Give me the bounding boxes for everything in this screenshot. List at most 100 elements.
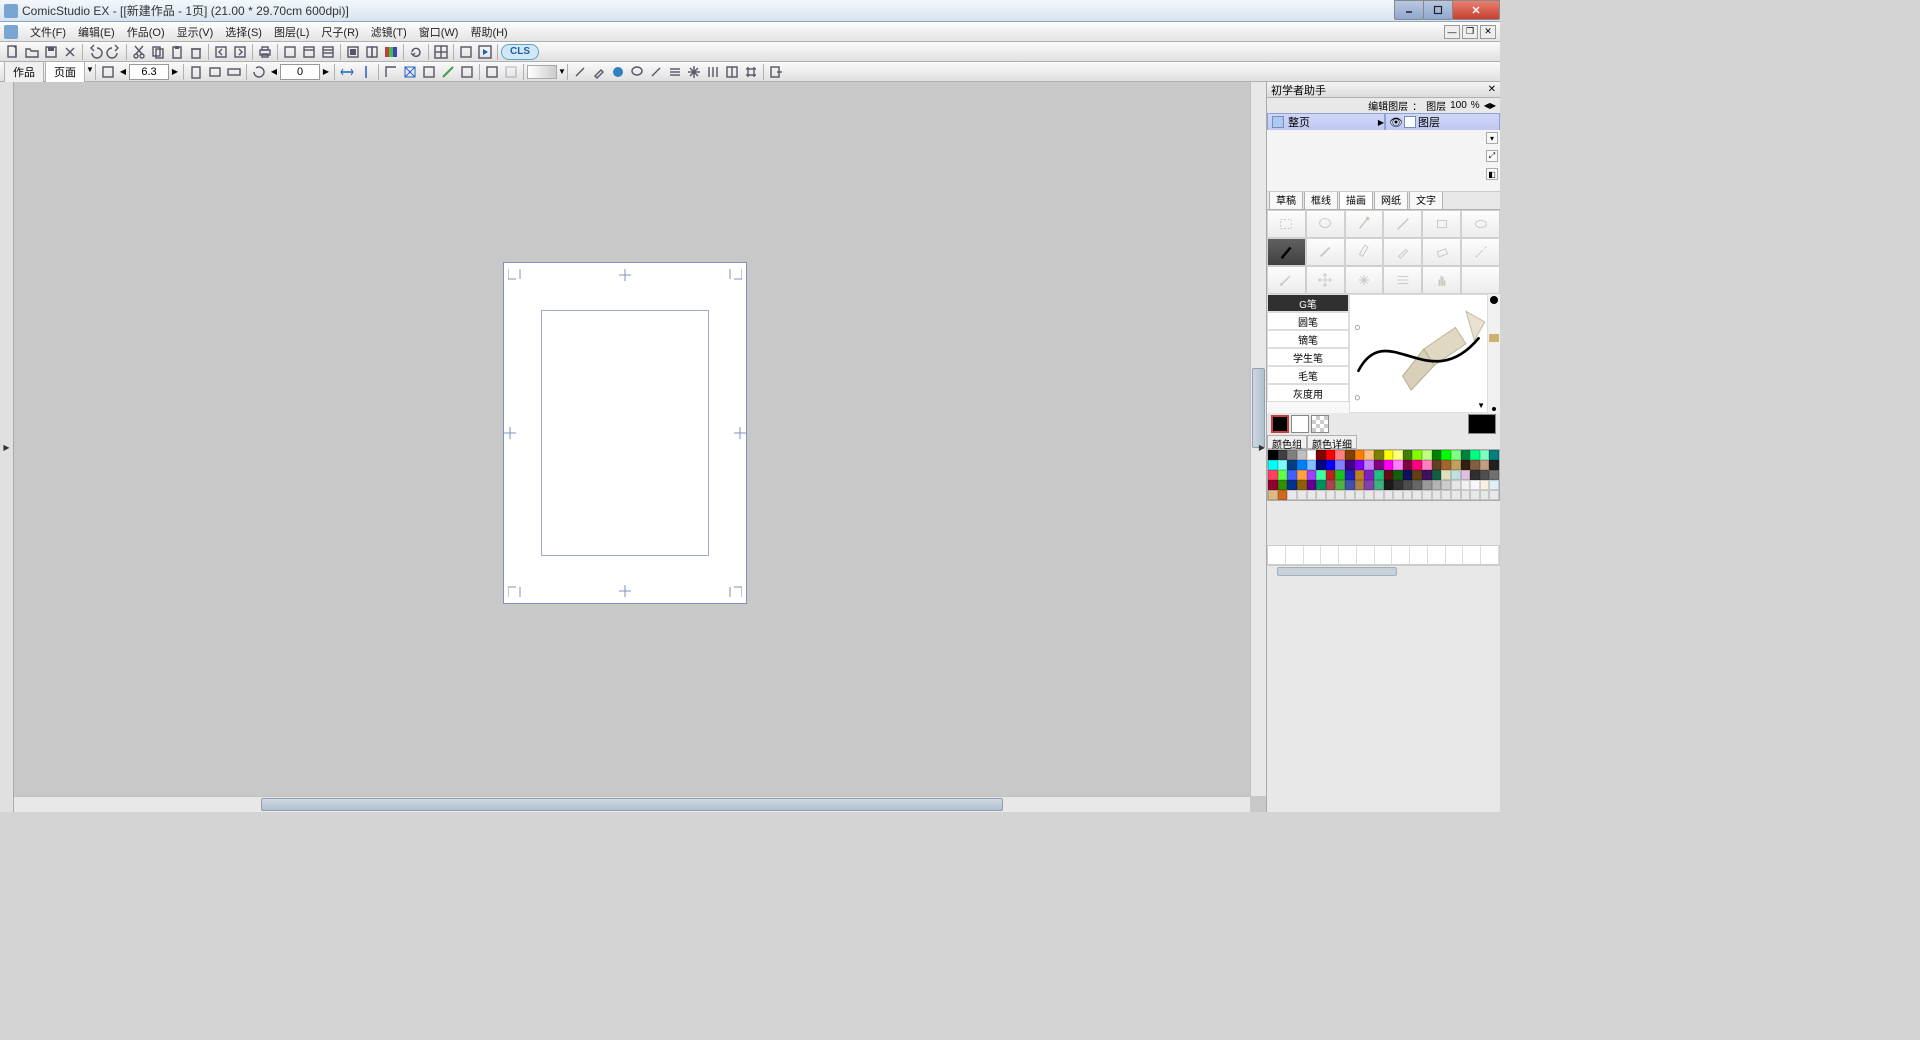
palette-cell[interactable]	[1489, 470, 1499, 480]
palette-cell[interactable]	[1461, 450, 1471, 460]
pen-tool-icon[interactable]	[571, 63, 589, 81]
clear-icon[interactable]	[187, 43, 205, 61]
palette-cell[interactable]	[1316, 470, 1326, 480]
palette-cell[interactable]	[1278, 450, 1288, 460]
beginner-panel-title[interactable]: 初学者助手 ✕	[1267, 82, 1500, 98]
palette-cell[interactable]	[1364, 490, 1374, 500]
palette-cell[interactable]	[1287, 480, 1297, 490]
thumb-cell[interactable]	[1481, 546, 1499, 564]
menu-1[interactable]: 编辑(E)	[72, 22, 121, 42]
palette-cell[interactable]	[1326, 490, 1336, 500]
palette-cell[interactable]	[1412, 460, 1422, 470]
tool-tab-4[interactable]: 文字	[1409, 189, 1443, 209]
thumb-cell[interactable]	[1268, 546, 1286, 564]
zoom-step-down-icon[interactable]: ◀	[118, 64, 128, 80]
button-a-icon[interactable]	[457, 43, 475, 61]
layer-view-icon[interactable]: ◧	[1486, 168, 1498, 180]
palette-cell[interactable]	[1335, 450, 1345, 460]
palette-cell[interactable]	[1316, 480, 1326, 490]
palette-cell[interactable]	[1403, 490, 1413, 500]
palette-cell[interactable]	[1355, 460, 1365, 470]
tool-gradient-icon[interactable]	[1383, 266, 1422, 294]
guide-full-icon[interactable]	[401, 63, 419, 81]
guide-pen-icon[interactable]	[439, 63, 457, 81]
palette-cell[interactable]	[1441, 460, 1451, 470]
palette-cell[interactable]	[1364, 470, 1374, 480]
palette-cell[interactable]	[1403, 460, 1413, 470]
palette-cell[interactable]	[1268, 460, 1278, 470]
transparent-icon[interactable]	[483, 63, 501, 81]
view-2-icon[interactable]	[363, 43, 381, 61]
tool-burst-icon[interactable]	[1345, 266, 1384, 294]
palette-cell[interactable]	[1384, 450, 1394, 460]
palette-cell[interactable]	[1278, 490, 1288, 500]
cut-icon[interactable]	[130, 43, 148, 61]
mdi-close-button[interactable]: ✕	[1480, 25, 1496, 39]
palette-cell[interactable]	[1393, 470, 1403, 480]
menu-0[interactable]: 文件(F)	[24, 22, 72, 42]
thumb-cell[interactable]	[1304, 546, 1322, 564]
palette-cell[interactable]	[1441, 450, 1451, 460]
palette-cell[interactable]	[1345, 470, 1355, 480]
palette-cell[interactable]	[1287, 450, 1297, 460]
guide-2-icon[interactable]	[420, 63, 438, 81]
actual-icon[interactable]	[206, 63, 224, 81]
menu-6[interactable]: 尺子(R)	[315, 22, 364, 42]
palette-cell[interactable]	[1335, 460, 1345, 470]
palette-cell[interactable]	[1451, 470, 1461, 480]
palette-cell[interactable]	[1316, 460, 1326, 470]
palette-cell[interactable]	[1355, 480, 1365, 490]
layers-icon[interactable]	[432, 43, 450, 61]
thumb-cell[interactable]	[1339, 546, 1357, 564]
thumb-cell[interactable]	[1446, 546, 1464, 564]
zoom-input[interactable]	[129, 64, 169, 80]
props-2-icon[interactable]	[300, 43, 318, 61]
close-button[interactable]	[1452, 0, 1500, 20]
page-canvas[interactable]	[503, 262, 747, 604]
pen-1[interactable]: 圆笔	[1267, 312, 1349, 330]
palette-cell[interactable]	[1374, 480, 1384, 490]
palette-cell[interactable]	[1287, 490, 1297, 500]
layer-menu-icon[interactable]: ▾	[1486, 132, 1498, 144]
layer-expand-icon[interactable]: ▶	[1378, 118, 1384, 127]
rot-step-down-icon[interactable]: ◀	[269, 64, 279, 80]
menu-4[interactable]: 选择(S)	[219, 22, 268, 42]
palette-cell[interactable]	[1393, 450, 1403, 460]
tool-rect-icon[interactable]	[1422, 210, 1461, 238]
opacity-dropdown-icon[interactable]: ▼	[558, 67, 564, 76]
tool-tab-1[interactable]: 框线	[1304, 189, 1338, 209]
guide-rect-icon[interactable]	[458, 63, 476, 81]
tool-tab-0[interactable]: 草稿	[1269, 189, 1303, 209]
palette-cell[interactable]	[1316, 450, 1326, 460]
palette-cell[interactable]	[1461, 460, 1471, 470]
tab-page[interactable]: 页面	[45, 61, 85, 83]
palette-cell[interactable]	[1403, 470, 1413, 480]
fg-color-swatch[interactable]	[1271, 415, 1289, 433]
size-slider[interactable]	[1488, 294, 1500, 413]
thumb-cell[interactable]	[1321, 546, 1339, 564]
menu-9[interactable]: 帮助(H)	[464, 22, 513, 42]
next-page-icon[interactable]	[231, 43, 249, 61]
view-3-icon[interactable]	[382, 43, 400, 61]
hash-tool-icon[interactable]	[742, 63, 760, 81]
print-icon[interactable]	[256, 43, 274, 61]
tool-eraser-icon[interactable]	[1422, 238, 1461, 266]
palette-cell[interactable]	[1345, 450, 1355, 460]
palette-cell[interactable]	[1422, 460, 1432, 470]
pen-0[interactable]: G笔	[1267, 294, 1349, 312]
prev-page-icon[interactable]	[212, 43, 230, 61]
mdi-minimize-button[interactable]: —	[1444, 25, 1460, 39]
palette-tab-detail[interactable]: 颜色详细	[1307, 435, 1357, 449]
play-icon[interactable]	[476, 43, 494, 61]
tool-marker-icon[interactable]	[1345, 238, 1384, 266]
palette-cell[interactable]	[1345, 490, 1355, 500]
palette-cell[interactable]	[1412, 450, 1422, 460]
parallel-tool-icon[interactable]	[704, 63, 722, 81]
tool-hand-icon[interactable]	[1422, 266, 1461, 294]
tab-dropdown-icon[interactable]: ▼	[86, 65, 92, 79]
rotate-icon[interactable]	[250, 63, 268, 81]
tool-pencil-icon[interactable]	[1306, 238, 1345, 266]
tool-tab-2[interactable]: 描画	[1339, 189, 1373, 209]
current-color[interactable]	[1468, 414, 1496, 434]
palette-cell[interactable]	[1268, 450, 1278, 460]
